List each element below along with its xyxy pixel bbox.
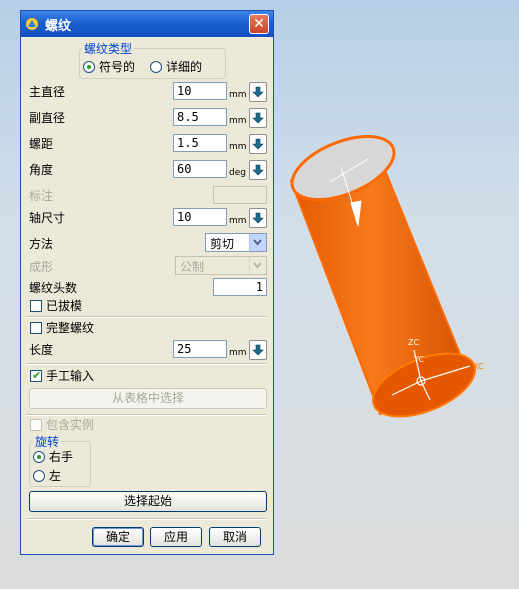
length-label: 长度 [29,343,54,357]
nx-app-icon [26,18,38,30]
include-instances-checkbox [30,419,42,431]
length-dropdown-button[interactable] [249,340,267,360]
divider [27,518,267,520]
radio-detailed-label: 详细的 [166,60,203,74]
full-thread-checkbox[interactable] [30,322,42,334]
major-diameter-dropdown-button[interactable] [249,82,267,102]
minor-diameter-field[interactable]: 8.5 [173,108,227,126]
method-label: 方法 [29,237,54,251]
down-arrow-icon [252,138,264,150]
angle-dropdown-button[interactable] [249,160,267,180]
form-label: 成形 [29,260,54,274]
minor-diameter-dropdown-button[interactable] [249,108,267,128]
radio-left-hand[interactable] [33,470,45,482]
tapered-checkbox[interactable] [30,300,42,312]
chevron-down-icon [249,257,266,274]
shaft-size-field[interactable]: 10 [173,208,227,226]
thread-dialog: 螺纹 ✕ 螺纹类型 符号的 详细的 主直径 10 mm 副直径 8.5 mm 螺… [20,10,274,555]
pitch-dropdown-button[interactable] [249,134,267,154]
num-starts-label: 螺纹头数 [29,281,78,295]
divider [27,316,267,318]
angle-unit: deg [229,168,246,178]
select-start-button[interactable]: 选择起始 [29,491,267,512]
minor-diameter-label: 副直径 [29,111,66,125]
full-thread-label: 完整螺纹 [46,321,95,335]
radio-right-hand-label: 右手 [49,450,74,464]
check-icon: ✔ [32,369,42,382]
choose-from-table-button: 从表格中选择 [29,388,267,409]
down-arrow-icon [252,112,264,124]
apply-button[interactable]: 应用 [150,527,202,547]
close-button[interactable]: ✕ [249,14,269,34]
down-arrow-icon [252,164,264,176]
divider [27,363,267,365]
major-diameter-unit: mm [229,90,247,100]
manual-input-checkbox[interactable]: ✔ [30,369,42,382]
radio-right-hand[interactable] [33,451,45,463]
callout-field [213,186,267,204]
major-diameter-label: 主直径 [29,85,66,99]
pitch-field[interactable]: 1.5 [173,134,227,152]
method-select[interactable]: 剪切 [205,233,267,252]
chevron-down-icon [249,234,266,251]
radio-symbolic[interactable] [83,61,95,73]
angle-field[interactable]: 60 [173,160,227,178]
pitch-unit: mm [229,142,247,152]
callout-label: 标注 [29,189,54,203]
thread-type-title: 螺纹类型 [82,40,135,57]
form-value: 公制 [180,260,205,274]
xc-label: XC [473,362,484,371]
angle-label: 角度 [29,163,54,177]
title-bar: 螺纹 ✕ [21,11,273,37]
cancel-button[interactable]: 取消 [209,527,261,547]
radio-detailed[interactable] [150,61,162,73]
shaft-size-unit: mm [229,216,247,226]
dialog-title: 螺纹 [45,18,72,34]
manual-input-label: 手工输入 [46,369,95,383]
down-arrow-icon [252,86,264,98]
length-field[interactable]: 25 [173,340,227,358]
ok-button[interactable]: 确定 [92,527,144,547]
shaft-size-label: 轴尺寸 [29,211,66,225]
pitch-label: 螺距 [29,137,54,151]
tapered-label: 已拔模 [46,299,83,313]
include-instances-label: 包含实例 [46,418,95,432]
shaft-size-dropdown-button[interactable] [249,208,267,228]
down-arrow-icon [252,212,264,224]
cylinder[interactable] [283,124,484,430]
num-starts-field[interactable]: 1 [213,278,267,296]
yc-label: YC [413,355,424,364]
minor-diameter-unit: mm [229,116,247,126]
form-select: 公制 [175,256,267,275]
close-icon: ✕ [253,16,265,32]
major-diameter-field[interactable]: 10 [173,82,227,100]
zc-label: ZC [408,338,419,347]
down-arrow-icon [252,344,264,356]
length-unit: mm [229,348,247,358]
radio-left-hand-label: 左 [49,469,62,483]
radio-symbolic-label: 符号的 [99,60,136,74]
method-value: 剪切 [210,237,235,251]
